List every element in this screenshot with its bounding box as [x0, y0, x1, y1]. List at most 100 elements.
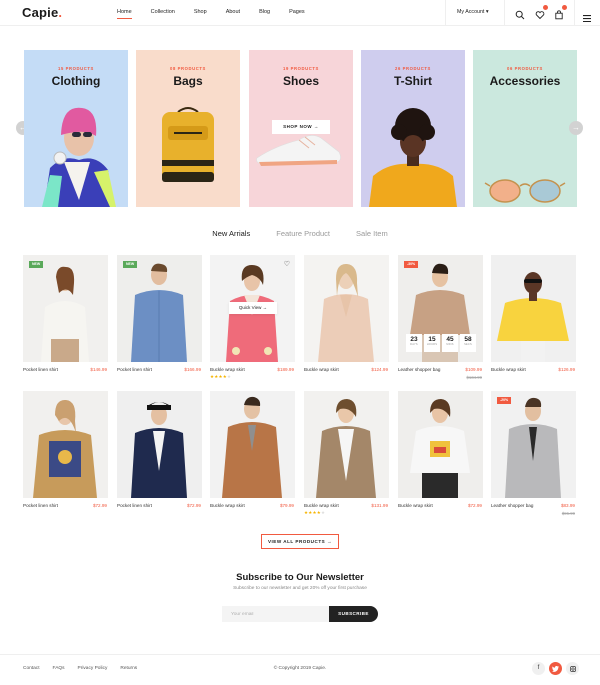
product-price: $109.99: [465, 367, 482, 372]
newsletter-title: Subscribe to Our Newsletter: [236, 572, 364, 583]
product-name[interactable]: Pocket linen shirt: [117, 367, 152, 372]
product-card[interactable]: Buckle wrap skirt $124.99: [304, 255, 389, 385]
category-title: Clothing: [51, 74, 101, 88]
product-card[interactable]: Pocket linen shirt $72.99: [23, 391, 108, 521]
subscribe-button[interactable]: SUBSCRIBE: [329, 606, 378, 622]
chevron-down-icon: ▾: [485, 9, 489, 15]
instagram-icon[interactable]: [566, 662, 579, 675]
nav-shop[interactable]: Shop: [194, 9, 207, 15]
shop-now-button[interactable]: SHOP NOW →: [272, 120, 330, 134]
product-card[interactable]: Buckle wrap skirt $79.99: [210, 391, 295, 521]
product-image: [304, 255, 389, 362]
category-count: 26 PRODUCTS: [395, 66, 431, 71]
product-name[interactable]: Buckle wrap skirt: [304, 503, 339, 508]
category-bags[interactable]: 08 PRODUCTS Bags: [136, 50, 240, 207]
new-tag: NEW: [29, 261, 44, 268]
newsletter-email-input[interactable]: [222, 606, 329, 622]
product-card[interactable]: ♡ Quick View → Buckle wrap skirt $189.99…: [210, 255, 295, 385]
product-image: [304, 391, 389, 498]
product-old-price: $134.99: [466, 375, 482, 380]
countdown-secs: 58 SECS: [460, 334, 476, 352]
category-count: 06 PRODUCTS: [507, 66, 543, 71]
category-tshirt[interactable]: 26 PRODUCTS T-Shirt: [361, 50, 465, 207]
product-card[interactable]: Buckle wrap skirt $72.99: [398, 391, 483, 521]
star-rating: ★★★★★: [210, 374, 232, 379]
discount-tag: -20%: [497, 397, 512, 404]
tab-feature-product[interactable]: Feature Product: [276, 229, 330, 238]
new-tag: NEW: [123, 261, 138, 268]
product-card[interactable]: Buckle wrap skirt $131.99 ★★★★★: [304, 391, 389, 521]
menu-icon[interactable]: [583, 9, 593, 23]
product-price: $126.99: [558, 367, 575, 372]
discount-tag: -30%: [404, 261, 419, 268]
product-price: $83.99: [560, 503, 575, 508]
product-name[interactable]: Buckle wrap skirt: [398, 503, 433, 508]
header-divider: [504, 0, 505, 26]
product-name[interactable]: Pocket linen shirt: [117, 503, 152, 508]
arrow-right-icon: →: [572, 123, 580, 132]
product-name[interactable]: Buckle wrap skirt: [210, 503, 245, 508]
product-name[interactable]: Leather shopper bag: [491, 503, 533, 508]
countdown-mins: 45 MINS: [442, 334, 458, 352]
product-price: $79.99: [279, 503, 294, 508]
product-card[interactable]: Buckle wrap skirt $126.99: [491, 255, 576, 385]
product-price: $131.99: [371, 503, 388, 508]
nav-home[interactable]: Home: [117, 9, 132, 19]
product-name[interactable]: Buckle wrap skirt: [210, 367, 245, 372]
product-card[interactable]: -20% Leather shopper bag $83.99 $96.99: [491, 391, 576, 521]
product-tabs: New Arrials Feature Product Sale Item: [0, 229, 600, 238]
site-footer: Contact FAQs Privacy Policy Returns © Co…: [0, 654, 600, 685]
category-count: 08 PRODUCTS: [170, 66, 206, 71]
product-name[interactable]: Leather shopper bag: [398, 367, 440, 372]
category-count: 15 PRODUCTS: [58, 66, 94, 71]
category-title: Bags: [173, 74, 203, 88]
newsletter-subtitle: Subscribe to our newsletter and get 20% …: [233, 586, 367, 591]
star-rating: ★★★★★: [304, 510, 326, 515]
my-account-dropdown[interactable]: My Account ▾: [457, 9, 489, 15]
product-image: [491, 391, 576, 498]
product-name[interactable]: Buckle wrap skirt: [304, 367, 339, 372]
facebook-icon[interactable]: f: [532, 662, 545, 675]
countdown-hours: 15 HOURS: [424, 334, 440, 352]
nav-about[interactable]: About: [226, 9, 240, 15]
countdown-timer: 23 DAYS 15 HOURS 45 MINS 58 SECS: [406, 334, 478, 352]
tab-new-arrivals[interactable]: New Arrials: [212, 229, 250, 238]
product-old-price: $96.99: [561, 511, 575, 516]
cart-icon[interactable]: [554, 5, 567, 20]
product-image: [117, 391, 202, 498]
logo[interactable]: Capie.: [22, 5, 62, 20]
view-all-products-button[interactable]: VIEW ALL PRODUCTS →: [261, 534, 339, 549]
cart-badge: [562, 5, 567, 10]
category-title: Accessories: [489, 74, 561, 88]
product-name[interactable]: Buckle wrap skirt: [491, 367, 526, 372]
product-card[interactable]: Pocket linen shirt $72.99: [117, 391, 202, 521]
nav-pages[interactable]: Pages: [289, 9, 305, 15]
nav-collection[interactable]: Collection: [151, 9, 175, 15]
wishlist-badge: [543, 5, 548, 10]
product-name[interactable]: Pocket linen shirt: [23, 503, 58, 508]
product-price: $189.99: [277, 367, 294, 372]
product-card[interactable]: -30% 23 DAYS 15 HOURS 45 MINS 58 SECS Leathe…: [398, 255, 483, 385]
category-shoes[interactable]: 19 PRODUCTS Shoes SHOP NOW →: [249, 50, 353, 207]
header-divider: [574, 0, 575, 26]
heart-icon[interactable]: [535, 5, 548, 20]
search-icon[interactable]: [515, 7, 525, 20]
carousel-next-button[interactable]: →: [569, 121, 583, 135]
product-price: $72.99: [92, 503, 107, 508]
product-image: [491, 255, 576, 362]
product-card[interactable]: NEW Pocket linen shirt $146.99: [23, 255, 108, 385]
product-name[interactable]: Pocket linen shirt: [23, 367, 58, 372]
category-count: 19 PRODUCTS: [283, 66, 319, 71]
twitter-icon[interactable]: [549, 662, 562, 675]
product-price: $146.99: [90, 367, 107, 372]
category-accessories[interactable]: 06 PRODUCTS Accessories: [473, 50, 577, 207]
product-card[interactable]: NEW Pocket linen shirt $166.99: [117, 255, 202, 385]
wishlist-heart-icon[interactable]: ♡: [284, 260, 290, 268]
countdown-days: 23 DAYS: [406, 334, 422, 352]
quick-view-button[interactable]: Quick View →: [229, 302, 277, 314]
nav-blog[interactable]: Blog: [259, 9, 270, 15]
product-image: [23, 255, 108, 362]
category-clothing[interactable]: 15 PRODUCTS Clothing: [24, 50, 128, 207]
tab-sale-item[interactable]: Sale Item: [356, 229, 388, 238]
product-price: $72.99: [467, 503, 482, 508]
